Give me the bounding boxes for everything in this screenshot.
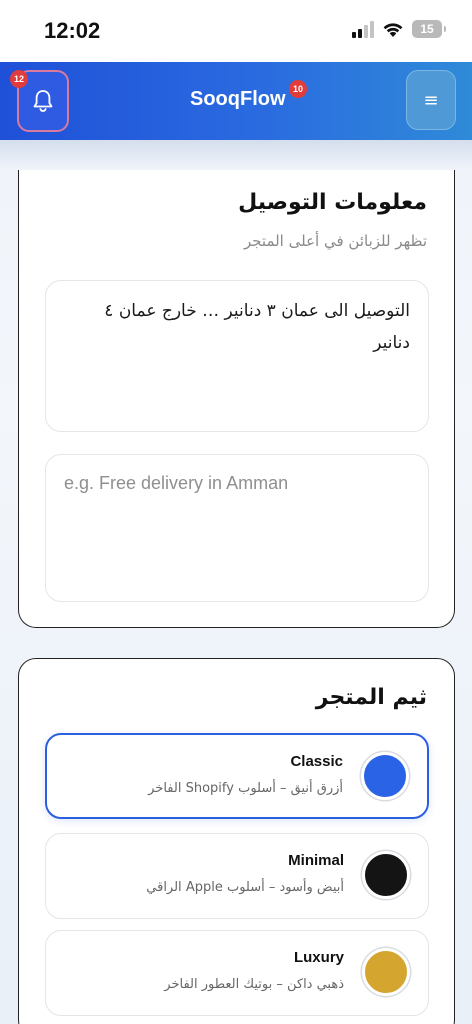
- delivery-info-english-placeholder: e.g. Free delivery in Amman: [64, 473, 289, 493]
- status-time: 12:02: [44, 18, 101, 43]
- theme-option-classic[interactable]: Classic أزرق أنيق – أسلوب Shopify الفاخر: [45, 733, 429, 819]
- minimal-color-swatch: [362, 851, 410, 899]
- status-icons: 15: [352, 20, 446, 38]
- theme-option-name: Classic: [290, 753, 343, 770]
- theme-option-description: أبيض وأسود – أسلوب Apple الراقي: [146, 880, 344, 895]
- cellular-signal-icon: [352, 20, 374, 38]
- theme-option-description: ذهبي داكن – بوتيك العطور الفاخر: [164, 977, 344, 992]
- store-theme-card: ثيم المتجر Classic أزرق أنيق – أسلوب Sho…: [18, 658, 455, 1024]
- theme-card-title: ثيم المتجر: [315, 685, 427, 710]
- delivery-card-subtitle: تظهر للزبائن في أعلى المتجر: [243, 232, 427, 250]
- brand-logo-text: SooqFlow: [190, 88, 286, 110]
- delivery-info-arabic-field[interactable]: التوصيل الى عمان ٣ دنانير … خارج عمان ٤ …: [45, 280, 429, 432]
- classic-color-swatch: [361, 752, 409, 800]
- hamburger-menu-icon: ≡: [423, 89, 439, 111]
- delivery-info-english-field[interactable]: e.g. Free delivery in Amman: [45, 454, 429, 602]
- delivery-info-card: معلومات التوصيل تظهر للزبائن في أعلى الم…: [18, 170, 455, 628]
- luxury-color-swatch: [362, 948, 410, 996]
- header-shadow: [0, 140, 472, 170]
- theme-option-name: Minimal: [288, 852, 344, 869]
- theme-option-minimal[interactable]: Minimal أبيض وأسود – أسلوب Apple الراقي: [45, 833, 429, 919]
- wifi-icon: [383, 22, 403, 37]
- delivery-info-arabic-value: التوصيل الى عمان ٣ دنانير … خارج عمان ٤ …: [104, 301, 410, 353]
- menu-button[interactable]: ≡: [406, 70, 456, 130]
- theme-option-luxury[interactable]: Luxury ذهبي داكن – بوتيك العطور الفاخر: [45, 930, 429, 1016]
- brand-badge: 10: [289, 80, 307, 98]
- theme-option-name: Luxury: [293, 949, 344, 966]
- notification-count-badge: 12: [10, 70, 28, 88]
- battery-indicator: 15: [412, 20, 446, 38]
- delivery-card-title: معلومات التوصيل: [238, 190, 427, 215]
- theme-option-description: أزرق أنيق – أسلوب Shopify الفاخر: [148, 781, 343, 796]
- status-bar: 12:02 15: [0, 0, 472, 62]
- bell-icon: [33, 90, 53, 112]
